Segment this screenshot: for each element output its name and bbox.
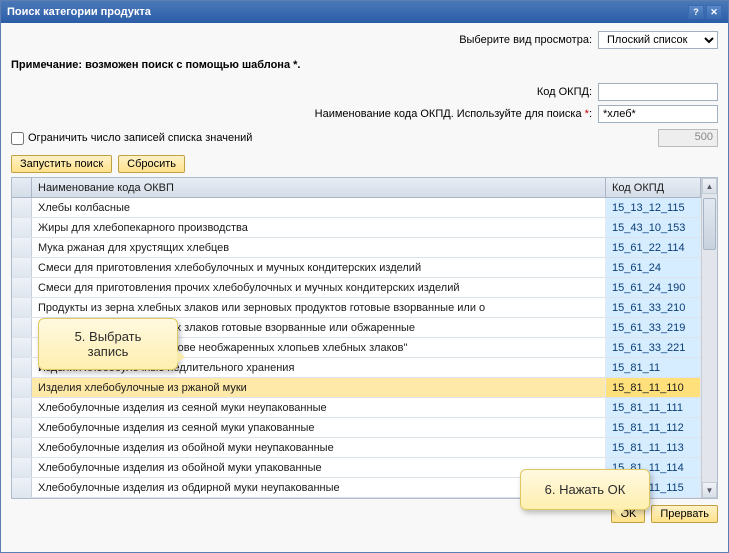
cell-name: Жиры для хлебопекарного производства xyxy=(32,218,606,237)
cell-name: Продукты из зерна хлебных злаков готовые… xyxy=(32,318,606,337)
cell-name: Хлебы колбасные xyxy=(32,198,606,217)
cell-name: Продукты из зерна хлебных злаков или зер… xyxy=(32,298,606,317)
limit-label: Ограничить число записей списка значений xyxy=(28,132,252,144)
cell-name: Хлебобулочные изделия из обойной муки не… xyxy=(32,438,606,457)
results-grid: Наименование кода ОКВП Код ОКПД Хлебы ко… xyxy=(11,177,718,499)
row-selector[interactable] xyxy=(12,238,32,257)
cell-name: Хлебобулочные изделия из сеяной муки упа… xyxy=(32,418,606,437)
table-row[interactable]: Хлебы колбасные15_13_12_115 xyxy=(12,198,701,218)
table-row[interactable]: Хлебобулочные изделия из сеяной муки неу… xyxy=(12,398,701,418)
grid-header: Наименование кода ОКВП Код ОКПД xyxy=(12,178,701,198)
cell-code: 15_13_12_115 xyxy=(606,198,701,217)
table-row[interactable]: Хлебобулочные изделия из обойной муки не… xyxy=(12,438,701,458)
cell-code: 15_61_33_219 xyxy=(606,318,701,337)
scroll-down-icon[interactable]: ▼ xyxy=(702,482,717,498)
limit-count: 500 xyxy=(658,129,718,147)
cell-code: 15_61_33_210 xyxy=(606,298,701,317)
row-selector[interactable] xyxy=(12,398,32,417)
close-icon[interactable]: ✕ xyxy=(706,5,722,19)
table-row[interactable]: Изделия хлебобулочные из ржаной муки15_8… xyxy=(12,378,701,398)
grid-header-name[interactable]: Наименование кода ОКВП xyxy=(32,178,606,197)
grid-header-code[interactable]: Код ОКПД xyxy=(606,178,701,197)
cancel-button[interactable]: Прервать xyxy=(651,505,718,523)
cell-code: 15_61_22_114 xyxy=(606,238,701,257)
row-selector[interactable] xyxy=(12,198,32,217)
view-select[interactable]: Плоский список xyxy=(598,31,718,49)
run-search-button[interactable]: Запустить поиск xyxy=(11,155,112,173)
cell-code: 15_81_11_114 xyxy=(606,458,701,477)
cell-code: 15_81_11_115 xyxy=(606,478,701,497)
cell-code: 15_81_11_113 xyxy=(606,438,701,457)
row-selector[interactable] xyxy=(12,298,32,317)
row-selector[interactable] xyxy=(12,338,32,357)
okpd-name-input[interactable] xyxy=(598,105,718,123)
cell-name: Изделия хлебобулочные из ржаной муки xyxy=(32,378,606,397)
row-selector[interactable] xyxy=(12,378,32,397)
table-row[interactable]: Хлебобулочные изделия из обойной муки уп… xyxy=(12,458,701,478)
cell-code: 15_61_24_190 xyxy=(606,278,701,297)
table-row[interactable]: Смеси для приготовления хлебобулочных и … xyxy=(12,258,701,278)
row-selector[interactable] xyxy=(12,438,32,457)
row-selector[interactable] xyxy=(12,218,32,237)
table-row[interactable]: Хлебобулочные изделия из сеяной муки упа… xyxy=(12,418,701,438)
cell-name: Мука ржаная для хрустящих хлебцев xyxy=(32,238,606,257)
window-title: Поиск категории продукта xyxy=(7,6,151,18)
grid-header-selector[interactable] xyxy=(12,178,32,197)
table-row[interactable]: Смеси для приготовления прочих хлебобуло… xyxy=(12,278,701,298)
vertical-scrollbar[interactable]: ▲ ▼ xyxy=(701,178,717,498)
scroll-up-icon[interactable]: ▲ xyxy=(702,178,717,194)
okpd-code-label: Код ОКПД: xyxy=(537,86,592,98)
cell-name: Хлебобулочные изделия из сеяной муки неу… xyxy=(32,398,606,417)
cell-name: "Продукты пищевые на основе необжаренных… xyxy=(32,338,606,357)
cell-name: Смеси для приготовления прочих хлебобуло… xyxy=(32,278,606,297)
row-selector[interactable] xyxy=(12,418,32,437)
cell-code: 15_81_11_111 xyxy=(606,398,701,417)
table-row[interactable]: Продукты из зерна хлебных злаков или зер… xyxy=(12,298,701,318)
titlebar: Поиск категории продукта ? ✕ xyxy=(1,1,728,23)
reset-button[interactable]: Сбросить xyxy=(118,155,185,173)
view-label: Выберите вид просмотра: xyxy=(459,34,592,46)
cell-code: 15_81_11_112 xyxy=(606,418,701,437)
cell-code: 15_61_24 xyxy=(606,258,701,277)
help-icon[interactable]: ? xyxy=(688,5,704,19)
search-category-dialog: Поиск категории продукта ? ✕ Выберите ви… xyxy=(0,0,729,553)
row-selector[interactable] xyxy=(12,478,32,497)
okpd-code-input[interactable] xyxy=(598,83,718,101)
cell-code: 15_81_11_110 xyxy=(606,378,701,397)
row-selector[interactable] xyxy=(12,318,32,337)
row-selector[interactable] xyxy=(12,458,32,477)
table-row[interactable]: Изделия хлебобулочные недлительного хран… xyxy=(12,358,701,378)
cell-name: Смеси для приготовления хлебобулочных и … xyxy=(32,258,606,277)
row-selector[interactable] xyxy=(12,258,32,277)
cell-name: Изделия хлебобулочные недлительного хран… xyxy=(32,358,606,377)
cell-code: 15_81_11 xyxy=(606,358,701,377)
table-row[interactable]: Жиры для хлебопекарного производства15_4… xyxy=(12,218,701,238)
cell-code: 15_61_33_221 xyxy=(606,338,701,357)
limit-checkbox[interactable] xyxy=(11,132,24,145)
table-row[interactable]: Продукты из зерна хлебных злаков готовые… xyxy=(12,318,701,338)
search-note: Примечание: возможен поиск с помощью шаб… xyxy=(11,59,718,71)
cell-name: Хлебобулочные изделия из обдирной муки н… xyxy=(32,478,606,497)
cell-name: Хлебобулочные изделия из обойной муки уп… xyxy=(32,458,606,477)
table-row[interactable]: Мука ржаная для хрустящих хлебцев15_61_2… xyxy=(12,238,701,258)
scroll-thumb[interactable] xyxy=(703,198,716,250)
table-row[interactable]: "Продукты пищевые на основе необжаренных… xyxy=(12,338,701,358)
table-row[interactable]: Хлебобулочные изделия из обдирной муки н… xyxy=(12,478,701,498)
okpd-name-label: Наименование кода ОКПД. Используйте для … xyxy=(315,108,592,120)
row-selector[interactable] xyxy=(12,358,32,377)
row-selector[interactable] xyxy=(12,278,32,297)
ok-button[interactable]: OK xyxy=(611,505,645,523)
cell-code: 15_43_10_153 xyxy=(606,218,701,237)
